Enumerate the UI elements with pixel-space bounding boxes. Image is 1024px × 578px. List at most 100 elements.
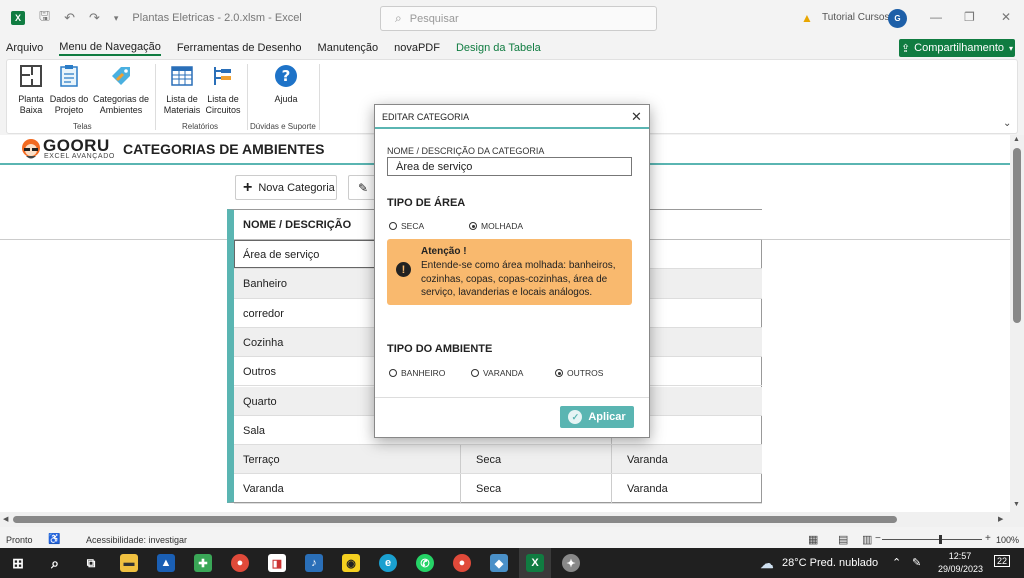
table-row[interactable]: Terraço Seca Varanda	[234, 445, 762, 475]
scrollbar-thumb[interactable]	[13, 516, 897, 523]
floorplan-icon	[20, 65, 42, 87]
ribbon-separator	[319, 64, 320, 130]
scroll-down-icon[interactable]: ▼	[1013, 501, 1020, 508]
horizontal-scrollbar[interactable]: ◀ ▶	[0, 512, 1024, 527]
radio-selected-icon	[469, 222, 477, 230]
minimize-icon[interactable]: —	[930, 10, 942, 24]
radio-molhada[interactable]: MOLHADA	[469, 221, 523, 231]
weather-icon[interactable]: ☁	[758, 555, 776, 573]
undo-icon[interactable]: ↶	[64, 10, 75, 26]
tray-chevron-icon[interactable]: ⌃	[892, 556, 901, 569]
app-icon[interactable]: ▲	[157, 554, 175, 572]
app-icon[interactable]: ◨	[268, 554, 286, 572]
weather-status[interactable]: 28°C Pred. nublado	[782, 557, 878, 569]
page-break-icon[interactable]: ▥	[862, 533, 872, 546]
ribbon-group-relatorios: Relatórios	[182, 122, 219, 131]
zoom-in-icon[interactable]: +	[985, 533, 991, 544]
close-window-icon[interactable]: ✕	[1001, 10, 1011, 24]
apply-button[interactable]: ✓ Aplicar	[560, 406, 634, 428]
ribbon-label: Lista de Circuitos	[205, 94, 241, 115]
category-name-field[interactable]	[387, 157, 632, 176]
quick-access-dropdown-icon[interactable]: ▾	[114, 13, 119, 24]
clock-date: 29/09/2023	[938, 564, 984, 574]
restore-icon[interactable]: ❐	[964, 10, 975, 24]
app-icon[interactable]: ✚	[194, 554, 212, 572]
zoom-level[interactable]: 100%	[996, 535, 1019, 545]
whatsapp-icon[interactable]: ✆	[416, 554, 434, 572]
excel-logo-icon: X	[11, 11, 25, 25]
ribbon-label: Ajuda	[274, 94, 298, 104]
normal-view-icon[interactable]: ▦	[808, 533, 818, 546]
dialog-title: EDITAR CATEGORIA	[382, 112, 470, 122]
app-icon[interactable]: ◆	[490, 554, 508, 572]
page-layout-icon[interactable]: ▤	[838, 533, 848, 546]
dialog-footer-divider	[375, 397, 649, 398]
ribbon-lista-de-circuitos-button[interactable]: Lista de Circuitos	[203, 64, 243, 116]
taskbar: ⊞ ⌕ ⧉ ▬ ▲ ✚ ● ◨ ♪ ◉ e ✆ ● ◆ X ✦ ☁ 28°C P…	[0, 548, 1024, 578]
radio-selected-icon	[555, 369, 563, 377]
radio-banheiro[interactable]: BANHEIRO	[389, 368, 445, 378]
app-icon[interactable]: ✦	[562, 554, 580, 572]
ribbon-label: Planta Baixa	[18, 94, 44, 115]
collapse-ribbon-icon[interactable]: ⌄	[1003, 118, 1011, 129]
ribbon-categorias-de-ambientes-button[interactable]: Categorias de Ambientes	[91, 64, 151, 116]
cell-nome: Cozinha	[243, 336, 284, 349]
gooru-logo-subtitle: EXCEL AVANÇADO	[44, 153, 115, 160]
search-input[interactable]: ⌕ Pesquisar	[380, 6, 657, 31]
zoom-out-icon[interactable]: −	[875, 533, 881, 544]
cell-nome: Outros	[243, 366, 277, 379]
menu-manutencao[interactable]: Manutenção	[318, 42, 379, 54]
zoom-slider[interactable]	[882, 539, 982, 540]
ribbon-label: Lista de Materiais	[163, 94, 201, 115]
radio-varanda[interactable]: VARANDA	[471, 368, 523, 378]
vertical-scrollbar[interactable]: ▲ ▼	[1010, 135, 1024, 512]
edge-icon[interactable]: e	[379, 554, 397, 572]
chrome-profile-icon[interactable]: ●	[453, 554, 471, 572]
app-icon[interactable]: ◉	[342, 554, 360, 572]
radio-seca[interactable]: SECA	[389, 221, 424, 231]
alert-title: Atenção !	[421, 246, 467, 257]
ribbon-ajuda-button[interactable]: ? Ajuda	[265, 64, 307, 105]
radio-outros[interactable]: OUTROS	[555, 368, 603, 378]
menu-menu-de-navegacao[interactable]: Menu de Navegação	[59, 41, 161, 56]
clock[interactable]: 12:57 29/09/2023	[938, 550, 984, 576]
menu-arquivo[interactable]: Arquivo	[6, 42, 43, 54]
radio-label: BANHEIRO	[401, 368, 446, 378]
file-explorer-icon[interactable]: ▬	[120, 554, 138, 572]
search-icon[interactable]: ⌕	[46, 554, 64, 572]
task-view-icon[interactable]: ⧉	[82, 554, 100, 572]
nova-categoria-button[interactable]: + Nova Categoria	[235, 175, 337, 200]
share-button[interactable]: ⇪ Compartilhamento ▾	[899, 39, 1015, 57]
warning-icon[interactable]: ▲	[801, 11, 813, 25]
plus-icon: +	[243, 178, 253, 196]
accessibility-status[interactable]: Acessibilidade: investigar	[86, 535, 187, 545]
scroll-right-icon[interactable]: ▶	[998, 515, 1003, 523]
menu-design-da-tabela[interactable]: Design da Tabela	[456, 42, 541, 54]
redo-icon[interactable]: ↷	[89, 10, 100, 26]
radio-icon	[389, 222, 397, 230]
ribbon-planta-baixa-button[interactable]: Planta Baixa	[13, 64, 49, 116]
accessibility-icon[interactable]: ♿	[48, 534, 60, 545]
menu-novapdf[interactable]: novaPDF	[394, 42, 440, 54]
avatar[interactable]: G	[888, 9, 907, 28]
notifications-badge[interactable]: 22	[994, 555, 1011, 567]
chrome-icon[interactable]: ●	[231, 554, 249, 572]
excel-taskbar-icon[interactable]: X	[526, 554, 544, 572]
zoom-slider-handle[interactable]	[939, 535, 942, 544]
pen-icon[interactable]: ✎	[912, 556, 921, 569]
area-section-title: TIPO DE ÁREA	[387, 197, 466, 209]
user-name[interactable]: Tutorial Cursos	[822, 12, 889, 23]
share-label: Compartilhamento	[914, 42, 1005, 54]
close-icon[interactable]: ✕	[631, 109, 642, 125]
table-row[interactable]: Varanda Seca Varanda	[234, 474, 762, 504]
scroll-left-icon[interactable]: ◀	[3, 515, 8, 523]
windows-start-icon[interactable]: ⊞	[9, 554, 27, 572]
app-icon[interactable]: ♪	[305, 554, 323, 572]
scrollbar-thumb[interactable]	[1013, 148, 1021, 323]
cell-ambiente: Varanda	[627, 483, 668, 496]
ribbon-lista-de-materiais-button[interactable]: Lista de Materiais	[163, 64, 201, 116]
ribbon-dados-do-projeto-button[interactable]: Dados do Projeto	[49, 64, 89, 116]
menu-ferramentas-de-desenho[interactable]: Ferramentas de Desenho	[177, 42, 302, 54]
save-icon[interactable]: 🖫	[39, 7, 50, 29]
scroll-up-icon[interactable]: ▲	[1013, 136, 1020, 143]
